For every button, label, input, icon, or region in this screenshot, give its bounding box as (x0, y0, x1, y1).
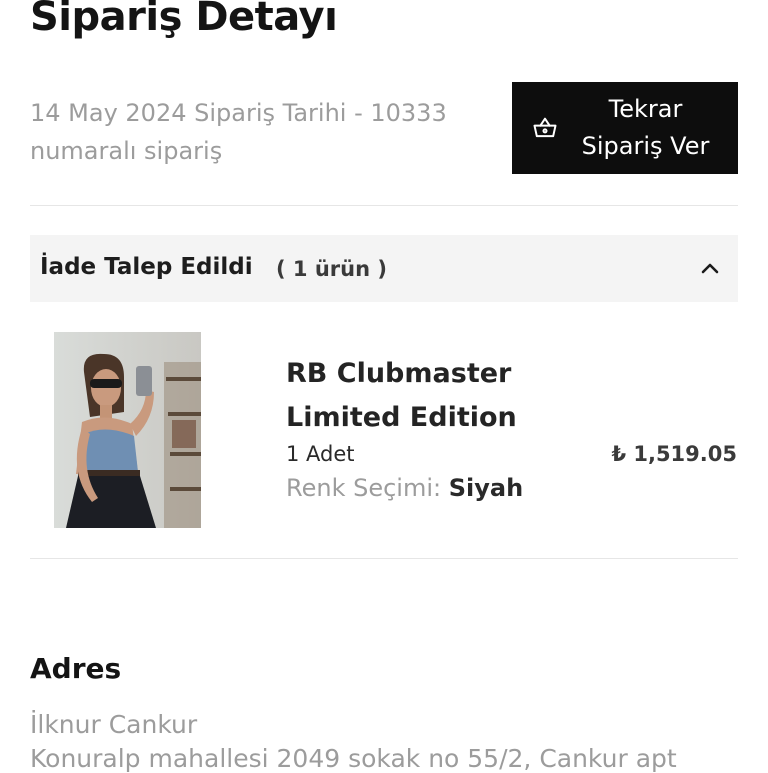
group-item-count: ( 1 ürün ) (276, 257, 387, 281)
reorder-button-label: Tekrar Sipariş Ver (581, 95, 710, 160)
address-line: Konuralp mahallesi 2049 sokak no 55/2, C… (30, 744, 677, 773)
product-color: Renk Seçimi: Siyah (286, 474, 523, 502)
product-price: ₺ 1,519.05 (611, 442, 737, 466)
color-value: Siyah (448, 474, 524, 502)
product-image[interactable] (54, 332, 201, 528)
reorder-button[interactable]: Tekrar Sipariş Ver (512, 82, 738, 174)
group-status: İade Talep Edildi (40, 254, 253, 280)
page-title: Sipariş Detayı (30, 0, 338, 40)
address-title: Adres (30, 652, 122, 685)
divider (30, 205, 738, 206)
color-label: Renk Seçimi: (286, 474, 442, 502)
chevron-up-icon[interactable] (698, 257, 722, 281)
divider (30, 558, 738, 559)
order-meta: 14 May 2024 Sipariş Tarihi - 10333 numar… (30, 99, 447, 165)
basket-icon (533, 117, 557, 138)
item-group-header[interactable]: İade Talep Edildi ( 1 ürün ) (30, 235, 738, 302)
product-quantity: 1 Adet (286, 442, 355, 466)
product-name[interactable]: RB Clubmaster Limited Edition (286, 352, 566, 440)
address-name: İlknur Cankur (30, 710, 198, 739)
